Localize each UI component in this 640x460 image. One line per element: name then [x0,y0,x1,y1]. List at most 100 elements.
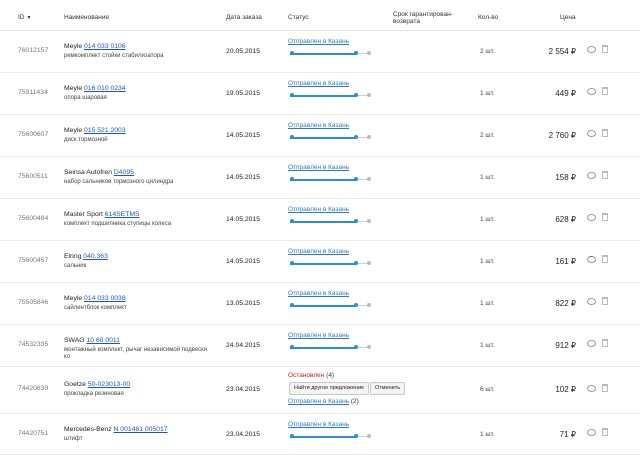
part-code-link[interactable]: D4095 [114,169,134,176]
orders-page: ID ▼ Наименование Дата заказа Статус Срок… [0,0,640,460]
comment-icon[interactable] [587,385,596,392]
comment-icon[interactable] [587,340,596,347]
header-qty[interactable]: Кол-во [478,14,498,21]
status-link[interactable]: Отправлен в Казань [288,164,349,171]
progress-start-dot [290,303,294,307]
find-other-offer-button[interactable]: Найти другое предложение [289,382,370,395]
progress-current-dot [353,345,358,349]
status-link[interactable]: Отправлен в Казань [288,206,349,213]
progress-current-dot [353,177,358,181]
sort-desc-icon[interactable]: ▼ [27,15,32,21]
comment-icon[interactable] [587,298,596,305]
trash-icon[interactable] [602,255,608,263]
table-row[interactable]: 75505846 Meyle 014 033 0038 сайлентблок ко… [0,283,640,325]
status-progress [290,93,371,98]
header-status[interactable]: Статус [288,14,309,21]
status-link[interactable]: Отправлен в Казань [288,248,349,255]
progress-start-dot [290,434,294,438]
part-code-link[interactable]: 614SETMS [105,211,140,218]
trash-icon[interactable] [602,297,608,305]
trash-icon[interactable] [602,384,608,392]
table-row[interactable]: 74420751 Mercedes-Benz N 001481 005017 шти… [0,414,640,455]
status-progress [290,345,371,350]
part-brand: Elring 040.363 [64,253,108,260]
progress-start-dot [290,345,294,349]
progress-start-dot [290,135,294,139]
status-link[interactable]: Отправлен в Казань [288,421,349,428]
header-date[interactable]: Дата заказа [226,14,262,21]
status-link[interactable]: Отправлен в Казань [288,80,349,87]
trash-icon[interactable] [602,213,608,221]
part-code-link[interactable]: 10 60 0011 [86,337,120,344]
comment-icon[interactable] [587,130,596,137]
progress-fill [290,178,356,181]
status-progress [290,51,371,56]
progress-end-dot [367,135,371,139]
part-code-link[interactable]: 040.363 [83,253,108,260]
trash-icon[interactable] [602,87,608,95]
trash-icon[interactable] [602,129,608,137]
progress-start-dot [290,51,294,55]
progress-current-dot [353,434,358,438]
header-price[interactable]: Цена [560,14,576,21]
progress-fill [290,346,356,349]
comment-icon[interactable] [587,429,596,436]
comment-icon[interactable] [587,46,596,53]
table-row[interactable]: 75600511 Seinsa Autofren D4095 набор сальн… [0,157,640,199]
table-row[interactable]: 75600484 Master Sport 614SETMS комплект по… [0,199,640,241]
progress-current-dot [353,51,358,55]
table-row[interactable]: 75600457 Elring 040.363 сальник 14.05.2015 О… [0,241,640,283]
quantity: 1 шт. [480,431,495,438]
comment-icon[interactable] [587,214,596,221]
order-date: 13.05.2015 [226,300,261,307]
header-name[interactable]: Наименование [64,14,109,21]
header-warranty[interactable]: Срок гарантирован-возврата [393,11,463,25]
comment-icon[interactable] [587,172,596,179]
table-row[interactable]: 75600607 Meyle 015 521 2003 диск тормозной… [0,115,640,157]
comment-icon[interactable] [587,88,596,95]
table-row[interactable]: 74532335 SWAG 10 60 0011 монтажный комплек… [0,325,640,367]
part-code-link[interactable]: 50-023013-00 [88,381,130,388]
stopped-count: (4) [326,372,335,379]
cancel-button[interactable]: Отменить [370,382,406,395]
order-id: 74532335 [18,341,49,348]
status-link[interactable]: Отправлен в Казань [288,332,349,339]
table-row[interactable]: 74420839 Goetze 50-023013-00 прокладка рез… [0,367,640,414]
part-brand: Meyle 016 010 0234 [64,85,126,92]
order-id: 74420751 [18,430,49,437]
quantity: 2 шт. [480,48,495,55]
progress-current-dot [353,135,358,139]
part-code-link[interactable]: 015 521 2003 [84,127,126,134]
part-description: ремкомплект стойки стабилизатора [64,53,164,59]
progress-start-dot [290,219,294,223]
table-row[interactable]: 75911434 Meyle 016 010 0234 опора шаровая 1… [0,73,640,115]
order-date: 14.05.2015 [226,132,261,139]
order-date: 24.04.2015 [226,342,261,349]
header-id[interactable]: ID ▼ [18,14,31,21]
status-link[interactable]: Отправлен в Казань [288,290,349,297]
progress-current-dot [353,93,358,97]
part-brand: SWAG 10 60 0011 [64,337,120,344]
trash-icon[interactable] [602,171,608,179]
quantity: 1 шт. [480,216,495,223]
status-progress [290,303,371,308]
part-code-link[interactable]: 016 010 0234 [84,85,126,92]
status-link[interactable]: Отправлен в Казань [288,122,349,129]
status-link[interactable]: Отправлен в Казань [288,38,349,45]
part-code-link[interactable]: 014 033 0038 [84,295,126,302]
trash-icon[interactable] [602,428,608,436]
trash-icon[interactable] [602,339,608,347]
quantity: 1 шт. [480,90,495,97]
status-link[interactable]: Отправлен в Казань [288,398,349,405]
progress-start-dot [290,177,294,181]
order-date: 14.05.2015 [226,174,261,181]
trash-icon[interactable] [602,45,608,53]
table-row[interactable]: 76012157 Meyle 014 033 0106 ремкомплект ст… [0,31,640,73]
part-code-link[interactable]: N 001481 005017 [114,426,168,433]
order-date: 23.04.2015 [226,386,261,393]
part-description: штифт [64,436,83,442]
price: 822 ₽ [555,299,576,308]
part-code-link[interactable]: 014 033 0106 [84,43,126,50]
comment-icon[interactable] [587,254,596,263]
status-progress [290,177,371,182]
